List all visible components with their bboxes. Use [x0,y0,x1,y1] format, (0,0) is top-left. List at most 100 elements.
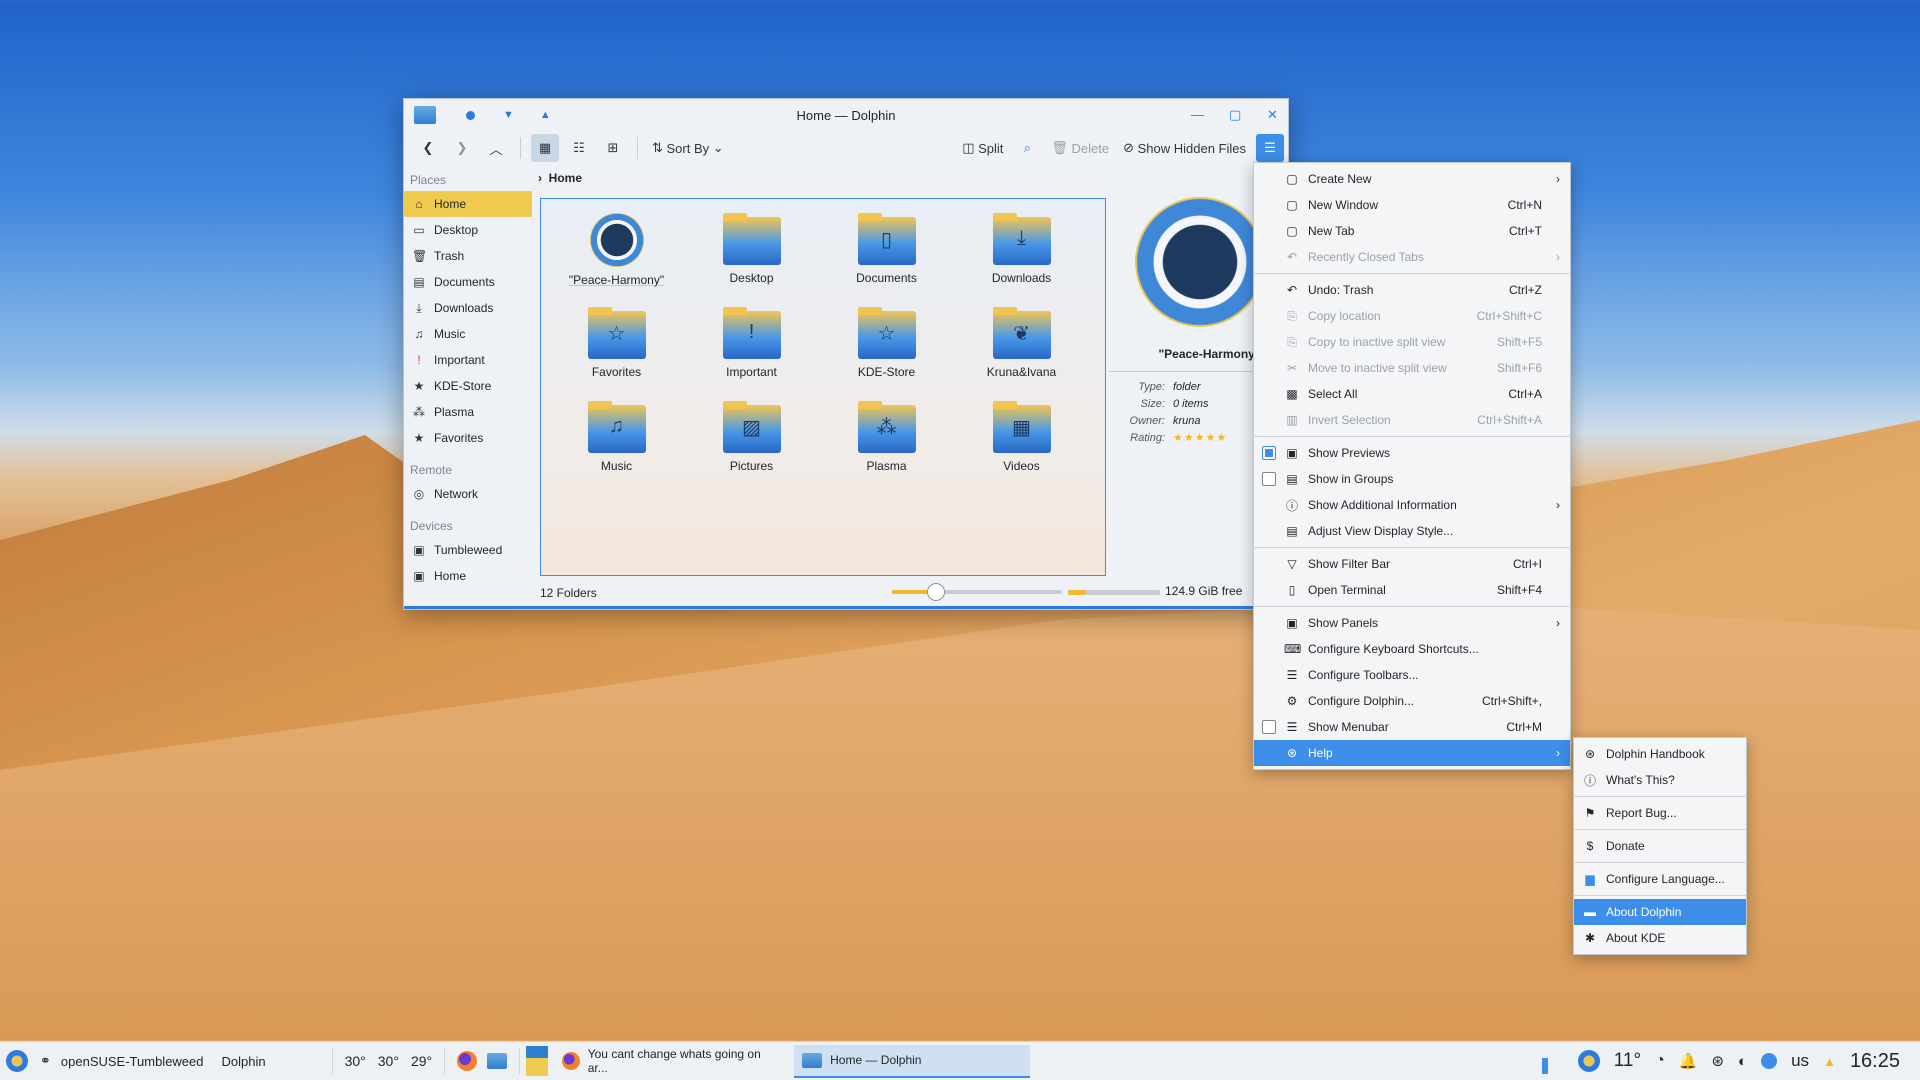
global-menu[interactable]: ⚭ openSUSE-Tumbleweed Dolphin [34,1042,272,1080]
menu-item-select-all[interactable]: ▩ Select All Ctrl+A [1254,381,1570,407]
breadcrumb-home[interactable]: Home [549,171,582,185]
menu-item-show-in-groups[interactable]: ▤ Show in Groups [1254,466,1570,492]
file-item[interactable]: "Peace-Harmony" [549,207,684,301]
menu-item-show-panels[interactable]: ▣ Show Panels › [1254,610,1570,636]
menu-item-copy-location[interactable]: ⎘ Copy location Ctrl+Shift+C [1254,303,1570,329]
menu-item-show-menubar[interactable]: ☰ Show Menubar Ctrl+M [1254,714,1570,740]
tray-expand-icon[interactable]: ▲ [1823,1054,1836,1069]
keyboard-layout[interactable]: us [1791,1051,1809,1071]
file-item[interactable]: ⤓ Downloads [954,207,1089,301]
show-desktop-icon[interactable] [1541,1058,1564,1074]
menu-item-configure-toolbars[interactable]: ☰ Configure Toolbars... [1254,662,1570,688]
application-launcher[interactable] [0,1042,34,1080]
tray-app-icon[interactable] [1761,1053,1778,1069]
sidebar-item-documents[interactable]: ▤ Documents [404,269,534,295]
pager-icon[interactable] [526,1046,549,1076]
dolphin-app-icon[interactable] [414,106,436,124]
sidebar-item-plasma[interactable]: ⁂ Plasma [404,399,534,425]
file-view[interactable]: "Peace-Harmony" Desktop ▯ Documents ⤓ Downloa… [540,198,1106,576]
menu-item-adjust-view-display-style[interactable]: ▤ Adjust View Display Style... [1254,518,1570,544]
menu-item-copy-to-inactive-split-view[interactable]: ⎘ Copy to inactive split view Shift+F5 [1254,329,1570,355]
file-item[interactable]: ☆ KDE-Store [819,301,954,395]
night-color-icon[interactable]: ◔ [1655,1052,1665,1070]
menu-item-create-new[interactable]: ▢ Create New › [1254,166,1570,192]
rating-stars[interactable]: ★★★★★ [1173,431,1227,444]
maximize-icon[interactable]: ▢ [1229,107,1241,123]
clock[interactable]: 16:25 [1850,1050,1900,1073]
menu-item-move-to-inactive-split-view[interactable]: ✂ Move to inactive split view Shift+F6 [1254,355,1570,381]
sidebar-item-home[interactable]: ▣ Home [404,563,534,589]
menu-item-show-previews[interactable]: ▣ Show Previews [1254,440,1570,466]
audio-icon[interactable]: ◐ [1738,1053,1747,1070]
menu-item-configure-language[interactable]: ▆ Configure Language... [1574,866,1746,892]
compact-view-button[interactable]: ☷ [565,134,593,162]
on-all-desktops-icon[interactable] [466,110,475,120]
breadcrumb[interactable]: › Home [538,171,582,185]
sidebar-item-home[interactable]: ⌂ Home [404,191,532,217]
file-manager-icon[interactable] [487,1053,508,1069]
file-item[interactable]: ⁂ Plasma [819,395,954,489]
sidebar-item-important[interactable]: ! Important [404,347,534,373]
keep-below-icon[interactable]: ▼ [503,109,514,121]
menu-item-show-filter-bar[interactable]: ▽ Show Filter Bar Ctrl+I [1254,551,1570,577]
task-button[interactable]: You cant change whats going on ar... [554,1045,788,1078]
sidebar-item-network[interactable]: ◎ Network [404,481,534,507]
menu-item-about-kde[interactable]: ✱ About KDE [1574,925,1746,951]
file-item[interactable]: ▦ Videos [954,395,1089,489]
up-button[interactable]: ︿ [482,134,510,162]
task-button[interactable]: Home — Dolphin [794,1044,1031,1078]
opensuse-updates-icon[interactable] [1577,1050,1600,1072]
checkbox[interactable] [1262,720,1276,734]
menu-item-recently-closed-tabs[interactable]: ↶ Recently Closed Tabs › [1254,244,1570,270]
search-button[interactable]: ⌕ [1013,134,1041,162]
file-item[interactable]: ☆ Favorites [549,301,684,395]
menu-item-about-dolphin[interactable]: ▬ About Dolphin [1574,899,1746,925]
sidebar-item-music[interactable]: ♫ Music [404,321,534,347]
menu-item-invert-selection[interactable]: ▥ Invert Selection Ctrl+Shift+A [1254,407,1570,433]
menu-item-help[interactable]: ⊛ Help › [1254,740,1570,766]
keep-above-icon[interactable]: ▲ [540,109,551,121]
sidebar-item-trash[interactable]: 🗑 Trash [404,243,534,269]
icons-view-button[interactable]: ▦ [531,134,559,162]
menu-item-what-s-this[interactable]: ⓘ What's This? [1574,767,1746,793]
hamburger-menu-button[interactable]: ☰ [1256,134,1284,162]
checkbox[interactable] [1262,472,1276,486]
file-item[interactable]: ♫ Music [549,395,684,489]
file-item[interactable]: Desktop [684,207,819,301]
temperature-sensors[interactable]: 30° 30° 29° [339,1042,439,1080]
sort-by-button[interactable]: ⇅ Sort By ⌄ [648,134,728,162]
menu-item-undo-trash[interactable]: ↶ Undo: Trash Ctrl+Z [1254,277,1570,303]
split-button[interactable]: ◫ Split [958,134,1007,162]
file-item[interactable]: ▯ Documents [819,207,954,301]
file-item[interactable]: ▨ Pictures [684,395,819,489]
sidebar-item-downloads[interactable]: ⤓ Downloads [404,295,534,321]
close-icon[interactable]: ✕ [1267,107,1278,123]
menu-item-configure-keyboard-shortcuts[interactable]: ⌨ Configure Keyboard Shortcuts... [1254,636,1570,662]
sidebar-item-tumbleweed[interactable]: ▣ Tumbleweed [404,537,534,563]
menu-item-open-terminal[interactable]: ▯ Open Terminal Shift+F4 [1254,577,1570,603]
sidebar-item-favorites[interactable]: ★ Favorites [404,425,534,451]
menu-item-donate[interactable]: $ Donate [1574,833,1746,859]
sidebar-item-desktop[interactable]: ▭ Desktop [404,217,534,243]
back-button[interactable]: ❮ [414,134,442,162]
delete-button[interactable]: 🗑 Delete [1047,134,1113,162]
firefox-icon[interactable] [457,1051,478,1071]
file-item[interactable]: ❦ Kruna&Ivana [954,301,1089,395]
details-view-button[interactable]: ⊞ [599,134,627,162]
minimize-icon[interactable]: — [1191,107,1204,122]
menu-item-report-bug[interactable]: ⚑ Report Bug... [1574,800,1746,826]
accessibility-icon[interactable]: ⊛ [1711,1052,1724,1070]
menu-item-dolphin-handbook[interactable]: ⊛ Dolphin Handbook [1574,741,1746,767]
zoom-slider[interactable] [892,583,1062,601]
menu-item-new-tab[interactable]: ▢ New Tab Ctrl+T [1254,218,1570,244]
menu-item-configure-dolphin[interactable]: ⚙ Configure Dolphin... Ctrl+Shift+, [1254,688,1570,714]
file-item[interactable]: ! Important [684,301,819,395]
sidebar-item-kde-store[interactable]: ★ KDE-Store [404,373,534,399]
weather-temperature[interactable]: 11° [1614,1050,1641,1072]
menu-item-show-additional-information[interactable]: ⓘ Show Additional Information › [1254,492,1570,518]
notifications-icon[interactable]: 🔔 [1679,1052,1698,1070]
show-hidden-files-button[interactable]: ⊘ Show Hidden Files [1119,134,1250,162]
forward-button[interactable]: ❯ [448,134,476,162]
menu-item-new-window[interactable]: ▢ New Window Ctrl+N [1254,192,1570,218]
zoom-knob[interactable] [927,583,946,601]
